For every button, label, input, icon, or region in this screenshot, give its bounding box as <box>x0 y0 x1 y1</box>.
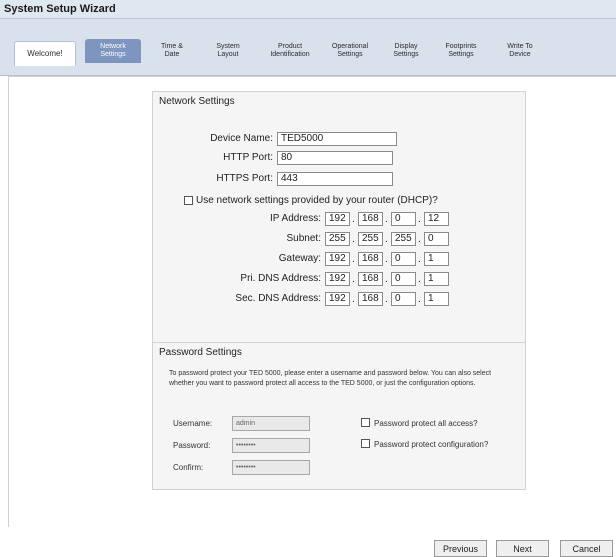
gateway-octet-3-input[interactable]: 0 <box>391 252 416 266</box>
tab-product-identification[interactable]: Product Identification <box>262 39 318 63</box>
subnet-label: Subnet: <box>286 233 321 244</box>
https-port-label: HTTPS Port: <box>216 173 273 184</box>
tab-welcome[interactable]: Welcome! <box>14 41 76 66</box>
ip-separator: . <box>352 214 355 225</box>
next-button[interactable]: Next <box>496 540 549 557</box>
gateway-octet-4-input[interactable]: 1 <box>424 252 449 266</box>
pri-dns-octet-4-input[interactable]: 1 <box>424 272 449 286</box>
tab-display-settings[interactable]: Display Settings <box>378 39 434 63</box>
ip-octet-3-input[interactable]: 0 <box>391 212 416 226</box>
ip-octet-2-input[interactable]: 168 <box>358 212 383 226</box>
dhcp-label: Use network settings provided by your ro… <box>196 195 438 206</box>
subnet-octet-1-input[interactable]: 255 <box>325 232 350 246</box>
protect-all-label: Password protect all access? <box>374 419 478 428</box>
gateway-octet-2-input[interactable]: 168 <box>358 252 383 266</box>
ip-octet-4-input[interactable]: 12 <box>424 212 449 226</box>
sec-dns-separator: . <box>418 294 421 305</box>
confirm-label: Confirm: <box>173 463 204 472</box>
device-name-input[interactable]: TED5000 <box>277 132 397 146</box>
subnet-octet-3-input[interactable]: 255 <box>391 232 416 246</box>
pri-dns-octet-2-input[interactable]: 168 <box>358 272 383 286</box>
window-title: System Setup Wizard <box>4 3 116 15</box>
tab-operational-settings[interactable]: Operational Settings <box>322 39 378 63</box>
wizard-tab-bar: Welcome! Network Settings Time & Date Sy… <box>0 19 616 76</box>
subnet-separator: . <box>385 234 388 245</box>
password-settings-legend: Password Settings <box>159 347 242 358</box>
sec-dns-separator: . <box>352 294 355 305</box>
protect-config-label: Password protect configuration? <box>374 440 489 449</box>
gateway-label: Gateway: <box>278 253 321 264</box>
network-settings-panel: Network Settings Device Name: TED5000 HT… <box>152 91 526 349</box>
pri-dns-label: Pri. DNS Address: <box>240 273 321 284</box>
protect-all-checkbox[interactable] <box>361 418 370 427</box>
pri-dns-octet-1-input[interactable]: 192 <box>325 272 350 286</box>
wizard-footer: Previous Next Cancel <box>0 527 616 557</box>
protect-config-checkbox[interactable] <box>361 439 370 448</box>
pri-dns-separator: . <box>418 274 421 285</box>
sec-dns-label: Sec. DNS Address: <box>235 293 321 304</box>
ip-separator: . <box>385 214 388 225</box>
ip-octet-1-input[interactable]: 192 <box>325 212 350 226</box>
tab-network-settings[interactable]: Network Settings <box>85 39 141 63</box>
http-port-input[interactable]: 80 <box>277 151 393 165</box>
pri-dns-separator: . <box>385 274 388 285</box>
subnet-separator: . <box>352 234 355 245</box>
gateway-separator: . <box>385 254 388 265</box>
gateway-separator: . <box>418 254 421 265</box>
sec-dns-octet-2-input[interactable]: 168 <box>358 292 383 306</box>
confirm-input[interactable]: •••••••• <box>232 460 310 475</box>
password-description: To password protect your TED 5000, pleas… <box>169 370 492 387</box>
tab-system-layout[interactable]: System Layout <box>200 39 256 63</box>
tab-time-date[interactable]: Time & Date <box>144 39 200 63</box>
network-settings-legend: Network Settings <box>159 96 235 107</box>
password-settings-panel: Password Settings To password protect yo… <box>152 342 526 490</box>
gateway-octet-1-input[interactable]: 192 <box>325 252 350 266</box>
tab-footprints-settings[interactable]: Footprints Settings <box>433 39 489 63</box>
ip-separator: . <box>418 214 421 225</box>
tab-write-to-device[interactable]: Write To Device <box>492 39 548 63</box>
https-port-input[interactable]: 443 <box>277 172 393 186</box>
gateway-separator: . <box>352 254 355 265</box>
subnet-octet-4-input[interactable]: 0 <box>424 232 449 246</box>
wizard-content: Network Settings Device Name: TED5000 HT… <box>8 76 616 528</box>
pri-dns-separator: . <box>352 274 355 285</box>
password-label: Password: <box>173 441 211 450</box>
device-name-label: Device Name: <box>210 133 273 144</box>
username-label: Username: <box>173 419 213 428</box>
subnet-octet-2-input[interactable]: 255 <box>358 232 383 246</box>
sec-dns-separator: . <box>385 294 388 305</box>
subnet-separator: . <box>418 234 421 245</box>
window-title-bar: System Setup Wizard <box>0 0 616 19</box>
cancel-button[interactable]: Cancel <box>560 540 613 557</box>
username-input[interactable]: admin <box>232 416 310 431</box>
pri-dns-octet-3-input[interactable]: 0 <box>391 272 416 286</box>
sec-dns-octet-3-input[interactable]: 0 <box>391 292 416 306</box>
previous-button[interactable]: Previous <box>434 540 487 557</box>
sec-dns-octet-4-input[interactable]: 1 <box>424 292 449 306</box>
dhcp-checkbox[interactable] <box>184 196 193 205</box>
password-input[interactable]: •••••••• <box>232 438 310 453</box>
sec-dns-octet-1-input[interactable]: 192 <box>325 292 350 306</box>
ip-address-label: IP Address: <box>270 213 321 224</box>
http-port-label: HTTP Port: <box>223 152 273 163</box>
